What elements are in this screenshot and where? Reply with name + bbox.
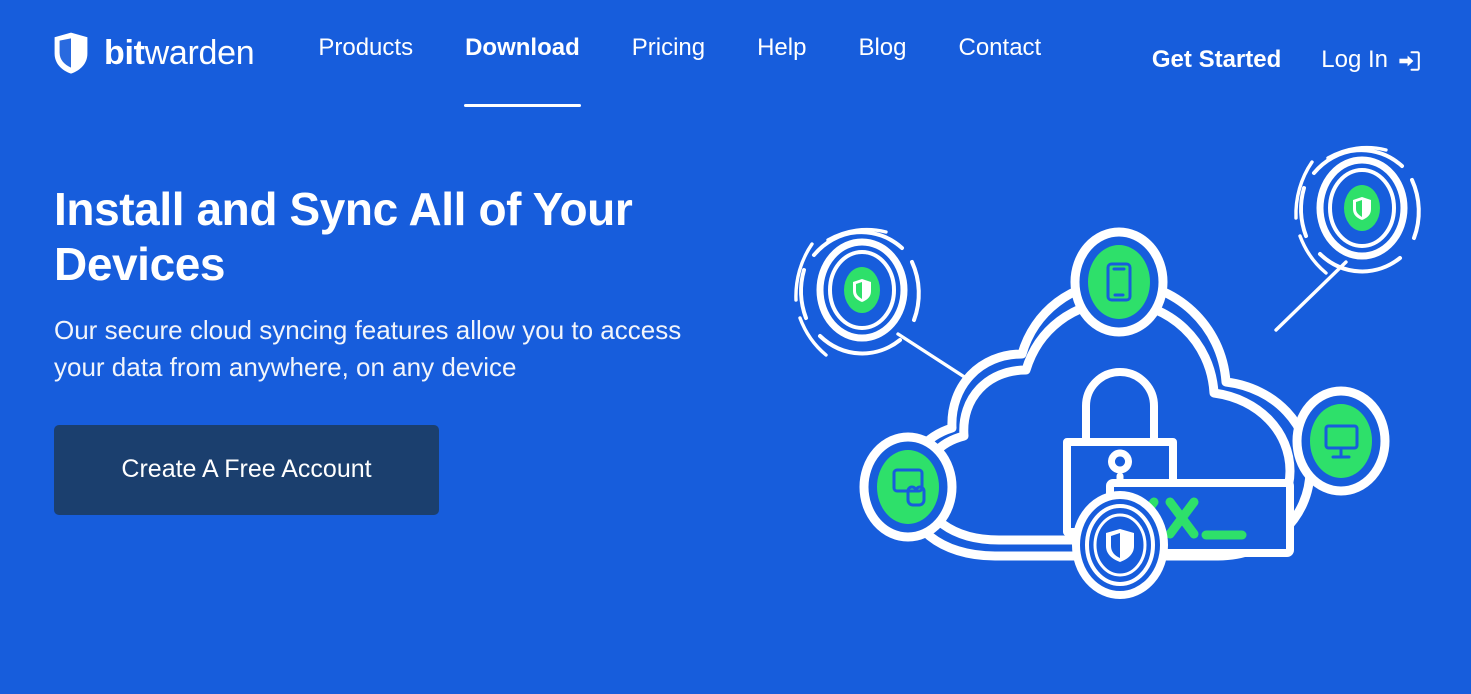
brand-name-bold: bit xyxy=(104,34,145,72)
nav-links: Products Download Pricing Help Blog Cont… xyxy=(292,22,1067,117)
log-in-button[interactable]: Log In xyxy=(1321,32,1421,74)
bitwarden-shield-icon xyxy=(52,31,90,75)
hero-section: Install and Sync All of Your Devices Our… xyxy=(0,120,1471,694)
create-free-account-button[interactable]: Create A Free Account xyxy=(54,425,439,516)
nav-item-pricing[interactable]: Pricing xyxy=(606,22,731,117)
top-navigation-bar: bitwarden Products Download Pricing Help… xyxy=(0,0,1471,120)
brand-name: bitwarden xyxy=(104,34,255,72)
sign-in-arrow-icon xyxy=(1397,47,1421,73)
nav-item-blog-label: Blog xyxy=(858,34,907,61)
nav-item-contact[interactable]: Contact xyxy=(933,22,1068,117)
nav-item-download-label: Download xyxy=(465,34,580,61)
hero-subtitle: Our secure cloud syncing features allow … xyxy=(54,315,682,383)
brand-name-light: warden xyxy=(144,34,255,72)
nav-item-download[interactable]: Download xyxy=(439,22,606,117)
brand-logo-link[interactable]: bitwarden xyxy=(52,22,255,84)
nav-item-products-label: Products xyxy=(318,34,414,61)
nav-item-pricing-label: Pricing xyxy=(631,34,706,61)
cloud-sync-devices-illustration xyxy=(790,140,1450,600)
nav-item-products[interactable]: Products xyxy=(292,22,439,117)
nav-item-help-label: Help xyxy=(757,34,807,61)
page-root: bitwarden Products Download Pricing Help… xyxy=(0,0,1471,694)
nav-item-help[interactable]: Help xyxy=(731,22,832,117)
active-tab-underline xyxy=(464,104,581,107)
page-title: Install and Sync All of Your Devices xyxy=(54,183,633,290)
nav-actions: Get Started Log In xyxy=(1152,22,1425,84)
hero-copy: Install and Sync All of Your Devices Our… xyxy=(54,182,734,516)
get-started-button[interactable]: Get Started xyxy=(1152,32,1281,74)
nav-item-contact-label: Contact xyxy=(958,34,1042,61)
log-in-label: Log In xyxy=(1321,46,1388,73)
nav-item-blog[interactable]: Blog xyxy=(832,22,932,117)
